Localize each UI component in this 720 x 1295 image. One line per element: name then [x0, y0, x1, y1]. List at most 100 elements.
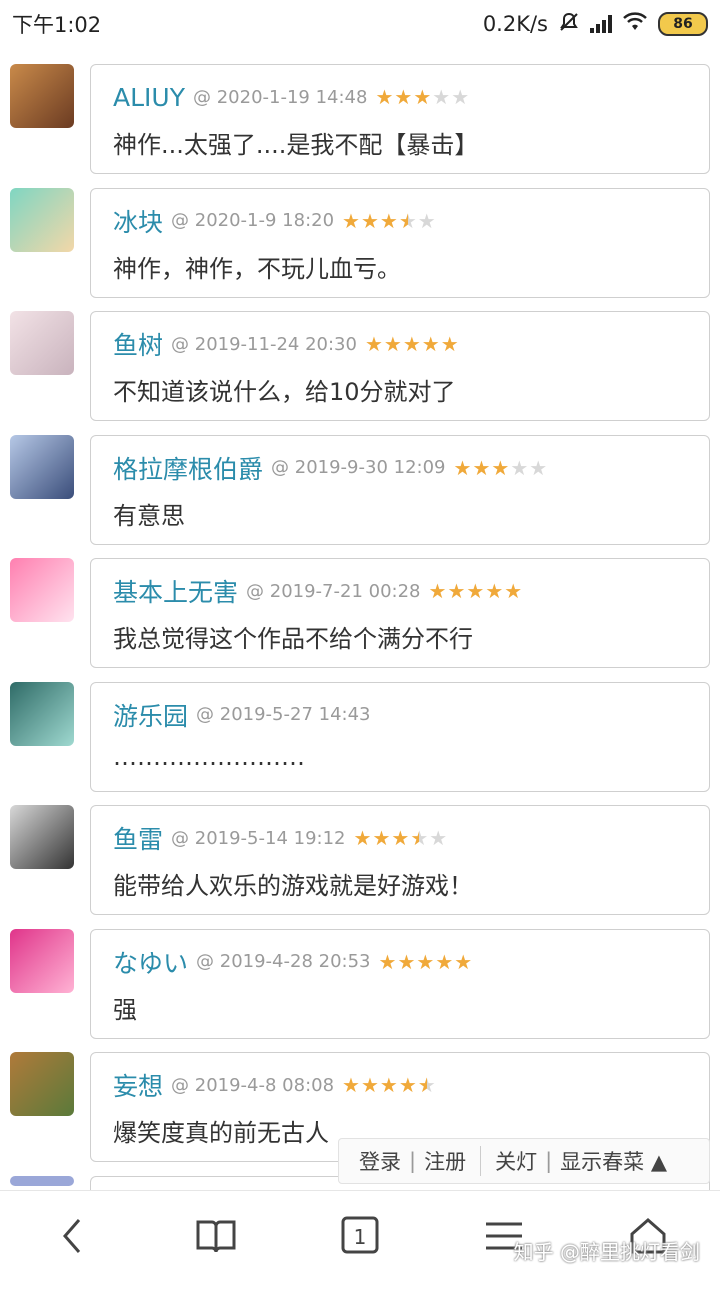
username-link[interactable]: 冰块	[113, 203, 163, 239]
star-icon: ★	[399, 209, 417, 233]
star-icon: ★	[380, 1073, 398, 1097]
username-link[interactable]: 基本上无害	[113, 573, 238, 609]
username-link[interactable]: なゆい	[113, 944, 188, 980]
username-link[interactable]: ALIUY	[113, 83, 185, 112]
avatar[interactable]	[10, 558, 74, 622]
comment-header: 冰块 @ 2020-1-9 18:20 ★★★★★	[113, 203, 687, 239]
comment-row: 冰块@ 2020-1-9 18:20★★★★★神作，神作，不玩儿血亏。	[0, 184, 720, 308]
login-link[interactable]: 登录	[359, 1146, 401, 1176]
lights-off-link[interactable]: 关灯	[495, 1146, 537, 1176]
divider: |	[545, 1149, 552, 1173]
comment-header: 基本上无害@ 2019-7-21 00:28★★★★★	[113, 573, 687, 609]
comment-date: @ 2019-11-24 20:30	[171, 334, 357, 355]
username-link[interactable]: 妄想	[113, 1067, 163, 1103]
avatar[interactable]	[10, 435, 74, 499]
network-speed: 0.2K/s	[483, 12, 548, 36]
username-link[interactable]: 格拉摩根伯爵	[113, 450, 263, 486]
username-link[interactable]: 鱼雷	[113, 820, 163, 856]
star-icon: ★	[397, 950, 415, 974]
star-icon: ★	[342, 209, 360, 233]
comment-card: ALIUY@ 2020-1-19 14:48★★★★★神作...太强了....是…	[90, 64, 710, 174]
star-icon: ★	[380, 209, 398, 233]
star-rating: ★★★★★	[365, 332, 459, 356]
comment-date: @ 2020-1-9 18:20	[171, 210, 334, 231]
comment-header: 鱼雷 @ 2019-5-14 19:12 ★★★★★	[113, 820, 687, 856]
comment-date: @ 2019-4-8 08:08	[171, 1075, 334, 1096]
star-rating: ★★★★★	[342, 1073, 436, 1097]
star-icon: ★	[379, 950, 397, 974]
comment-row: 基本上无害@ 2019-7-21 00:28★★★★★我总觉得这个作品不给个满分…	[0, 554, 720, 678]
comment-card: 鱼树@ 2019-11-24 20:30★★★★★不知道该说什么，给10分就对了	[90, 311, 710, 421]
star-icon: ★	[394, 85, 412, 109]
status-bar: 下午1:02 0.2K/s 86	[0, 0, 720, 48]
comment-header: 游乐园 @ 2019-5-27 14:43	[113, 697, 687, 733]
wifi-icon	[622, 12, 648, 37]
star-icon: ★	[472, 456, 490, 480]
avatar[interactable]	[10, 1052, 74, 1116]
floating-toolbar: 登录 | 注册 关灯 | 显示春菜 ▲	[338, 1138, 710, 1184]
tabs-button[interactable]: 1	[330, 1206, 390, 1266]
comment-card: 鱼雷 @ 2019-5-14 19:12 ★★★★★ 能带给人欢乐的游戏就是好游戏！	[90, 805, 710, 915]
avatar[interactable]	[10, 311, 74, 375]
avatar[interactable]	[10, 188, 74, 252]
username-link[interactable]: 鱼树	[113, 326, 163, 362]
star-icon: ★	[354, 826, 372, 850]
comment-card: 格拉摩根伯爵@ 2019-9-30 12:09★★★★★有意思	[90, 435, 710, 545]
star-icon: ★	[418, 1073, 436, 1097]
comment-date: @ 2019-9-30 12:09	[271, 457, 445, 478]
avatar[interactable]	[10, 805, 74, 869]
star-rating: ★★★★★	[342, 209, 436, 233]
star-icon: ★	[365, 332, 383, 356]
star-icon: ★	[491, 456, 509, 480]
comment-date: @ 2019-7-21 00:28	[246, 581, 420, 602]
star-icon: ★	[418, 209, 436, 233]
divider	[480, 1146, 481, 1176]
tabs-icon: 1	[338, 1214, 382, 1258]
star-icon: ★	[451, 85, 469, 109]
back-button[interactable]	[42, 1206, 102, 1266]
star-rating: ★★★★★	[375, 85, 469, 109]
comment-text: 我总觉得这个作品不给个满分不行	[113, 619, 687, 654]
star-icon: ★	[413, 85, 431, 109]
comment-text: ……………………	[113, 743, 687, 771]
comment-row: 鱼雷 @ 2019-5-14 19:12 ★★★★★ 能带给人欢乐的游戏就是好游戏！	[0, 801, 720, 925]
comment-card: 游乐园 @ 2019-5-27 14:43 ……………………	[90, 682, 710, 792]
comment-row: 格拉摩根伯爵@ 2019-9-30 12:09★★★★★有意思	[0, 431, 720, 555]
comment-header: 妄想 @ 2019-4-8 08:08 ★★★★★	[113, 1067, 687, 1103]
star-icon: ★	[432, 85, 450, 109]
star-icon: ★	[529, 456, 547, 480]
username-link[interactable]: 游乐园	[113, 697, 188, 733]
avatar[interactable]	[10, 929, 74, 993]
bookmarks-button[interactable]	[186, 1206, 246, 1266]
comment-header: 格拉摩根伯爵@ 2019-9-30 12:09★★★★★	[113, 450, 687, 486]
comment-date: @ 2019-5-14 19:12	[171, 828, 345, 849]
watermark: 知乎 @醉里挑灯看剑	[514, 1236, 700, 1265]
comment-card: なゆい@ 2019-4-28 20:53★★★★★强	[90, 929, 710, 1039]
star-icon: ★	[441, 332, 459, 356]
star-rating: ★★★★★	[354, 826, 448, 850]
star-icon: ★	[384, 332, 402, 356]
comment-date: @ 2019-4-28 20:53	[196, 951, 370, 972]
battery-icon: 86	[658, 12, 708, 36]
star-rating: ★★★★★	[454, 456, 548, 480]
status-time: 下午1:02	[12, 9, 101, 39]
register-link[interactable]: 注册	[424, 1146, 466, 1176]
avatar[interactable]	[10, 682, 74, 746]
comment-date: @ 2019-5-27 14:43	[196, 704, 370, 725]
comment-list: ALIUY@ 2020-1-19 14:48★★★★★神作...太强了....是…	[0, 60, 720, 1295]
comment-text: 有意思	[113, 496, 687, 531]
star-icon: ★	[342, 1073, 360, 1097]
show-mascot-link[interactable]: 显示春菜 ▲	[560, 1146, 667, 1176]
star-icon: ★	[510, 456, 528, 480]
avatar[interactable]	[10, 64, 74, 128]
star-icon: ★	[410, 826, 428, 850]
comment-row: なゆい@ 2019-4-28 20:53★★★★★强	[0, 925, 720, 1049]
comment-text: 强	[113, 990, 687, 1025]
comment-row: 游乐园 @ 2019-5-27 14:43 ……………………	[0, 678, 720, 802]
comment-text: 能带给人欢乐的游戏就是好游戏！	[113, 866, 687, 901]
star-icon: ★	[391, 826, 409, 850]
signal-icon	[590, 15, 612, 33]
star-icon: ★	[399, 1073, 417, 1097]
avatar[interactable]	[10, 1176, 74, 1186]
star-icon: ★	[454, 456, 472, 480]
